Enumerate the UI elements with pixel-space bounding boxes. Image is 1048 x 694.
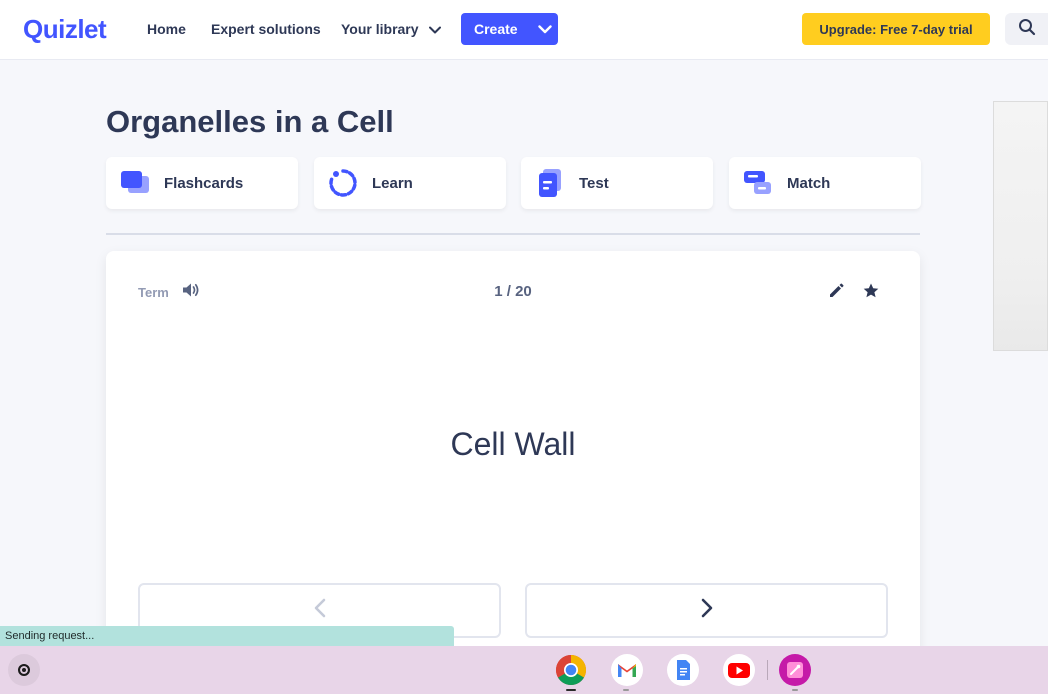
create-button-label: Create [474, 21, 518, 37]
upgrade-trial-button[interactable]: Upgrade: Free 7-day trial [802, 13, 990, 45]
nav-expert-solutions-link[interactable]: Expert solutions [211, 21, 321, 37]
os-shelf [0, 646, 1048, 694]
chevron-right-icon [701, 598, 713, 623]
set-title: Organelles in a Cell [106, 104, 394, 139]
shelf-separator [767, 660, 768, 680]
canvas-running-indicator [792, 689, 798, 691]
mode-learn-label: Learn [372, 174, 413, 192]
chevron-down-icon [428, 21, 441, 37]
gmail-app-icon[interactable] [611, 654, 643, 686]
mode-flashcards-label: Flashcards [164, 174, 244, 192]
mode-flashcards-button[interactable]: Flashcards [106, 157, 298, 209]
match-icon [743, 168, 773, 198]
nav-your-library-label: Your library [341, 21, 419, 37]
nav-your-library-dropdown[interactable]: Your library [341, 21, 441, 37]
pencil-icon[interactable] [827, 282, 845, 305]
mode-test-button[interactable]: Test [521, 157, 713, 209]
flashcard[interactable]: Term 1 / 20 Cell Wall [106, 251, 920, 671]
launcher-button[interactable] [8, 654, 40, 686]
top-nav: Quizlet Home Expert solutions Your libra… [0, 0, 1048, 60]
gmail-running-indicator [623, 689, 629, 691]
next-card-button[interactable] [525, 583, 888, 638]
side-ad-panel[interactable] [993, 101, 1048, 351]
quizlet-logo[interactable]: Quizlet [23, 14, 107, 45]
search-icon [1018, 18, 1036, 41]
flashcards-icon [120, 168, 150, 198]
viewport: Quizlet Home Expert solutions Your libra… [0, 0, 1048, 694]
learn-icon [328, 168, 358, 198]
launcher-icon [18, 664, 30, 676]
card-counter: 1 / 20 [494, 283, 532, 300]
search-button[interactable] [1005, 13, 1048, 45]
mode-test-label: Test [579, 174, 609, 192]
mode-match-button[interactable]: Match [729, 157, 921, 209]
chevron-down-icon [537, 21, 552, 37]
section-divider [106, 233, 920, 235]
mode-match-label: Match [787, 174, 831, 192]
canvas-app-icon[interactable] [779, 654, 811, 686]
youtube-app-icon[interactable] [723, 654, 755, 686]
chrome-running-indicator [566, 689, 576, 691]
docs-app-icon[interactable] [667, 654, 699, 686]
star-icon[interactable] [862, 282, 880, 305]
flashcard-term: Cell Wall [450, 426, 576, 462]
browser-status-bar: Sending request... [0, 626, 454, 646]
chrome-app-icon[interactable] [555, 654, 587, 686]
test-icon [535, 168, 565, 198]
nav-home-link[interactable]: Home [147, 21, 186, 37]
mode-learn-button[interactable]: Learn [314, 157, 506, 209]
chevron-left-icon [314, 598, 326, 623]
create-button[interactable]: Create [461, 13, 558, 45]
